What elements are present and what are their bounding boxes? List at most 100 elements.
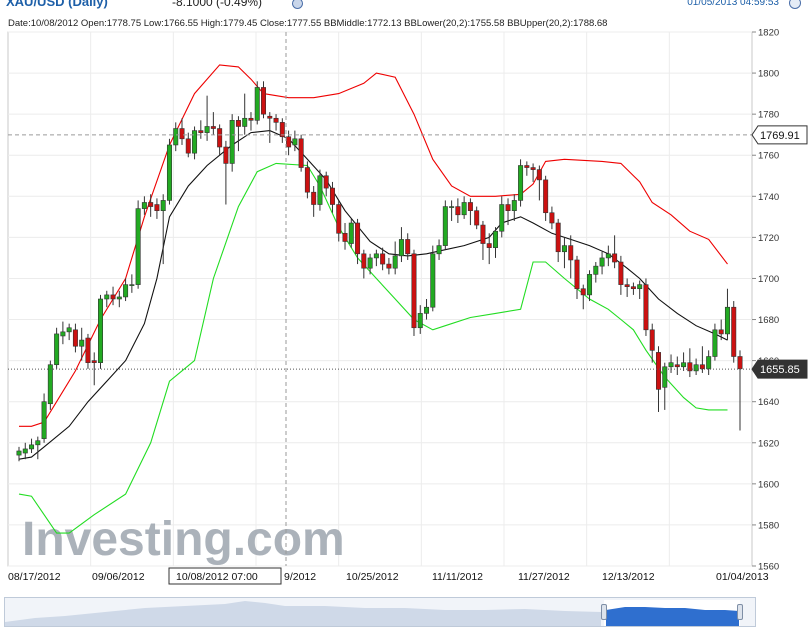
candle-body bbox=[430, 253, 436, 308]
candle-body bbox=[367, 257, 373, 269]
candle-body bbox=[135, 208, 141, 285]
y-tick-label: 1760 bbox=[758, 151, 779, 162]
candle-body bbox=[593, 265, 599, 275]
candle bbox=[731, 301, 737, 363]
candle-body bbox=[348, 222, 354, 244]
candle-body bbox=[455, 206, 461, 216]
navigator-handle-left[interactable] bbox=[601, 604, 607, 620]
navigator-handle-right[interactable] bbox=[737, 604, 743, 620]
candle-body bbox=[129, 284, 135, 286]
candle-body bbox=[681, 362, 687, 368]
candle-body bbox=[724, 306, 730, 335]
candle-body bbox=[173, 128, 179, 146]
candle-body bbox=[273, 117, 279, 123]
candle-body bbox=[229, 120, 235, 164]
candle-body bbox=[242, 117, 248, 127]
candle-body bbox=[662, 366, 668, 388]
candle-body bbox=[731, 306, 737, 357]
x-tick-label: 01/04/2013 bbox=[716, 571, 769, 583]
candle-body bbox=[587, 274, 593, 296]
candle-body bbox=[612, 253, 618, 263]
candle-body bbox=[72, 329, 78, 347]
candle-body bbox=[624, 284, 630, 287]
candle-body bbox=[605, 253, 611, 259]
candle-body bbox=[706, 356, 712, 370]
candle-body bbox=[618, 261, 624, 285]
candle-body bbox=[311, 191, 317, 205]
candle-body bbox=[643, 284, 649, 331]
candle-body bbox=[54, 333, 60, 366]
candle-body bbox=[29, 444, 35, 450]
candle-body bbox=[267, 115, 273, 119]
candle-body bbox=[518, 165, 524, 201]
crosshair-date-tag: 10/08/2012 07:00 bbox=[168, 567, 282, 585]
y-tick-label: 1720 bbox=[758, 233, 779, 244]
candle-body bbox=[210, 126, 216, 129]
navigator-preview bbox=[5, 600, 740, 626]
y-tick-label: 1800 bbox=[758, 69, 779, 80]
crosshair-price-tag: 1769.91 bbox=[751, 125, 808, 145]
x-tick-label: 11/27/2012 bbox=[518, 571, 570, 583]
candle-body bbox=[179, 128, 185, 140]
candle-body bbox=[712, 329, 718, 357]
candle-body bbox=[66, 327, 72, 333]
watermark: Investing.com bbox=[22, 513, 345, 566]
candle-body bbox=[511, 200, 517, 211]
candle-body bbox=[355, 222, 361, 255]
candle-body bbox=[261, 87, 267, 115]
candle-body bbox=[568, 245, 574, 261]
candle-body bbox=[110, 294, 116, 300]
candle-body bbox=[342, 232, 348, 242]
y-tick-label: 1700 bbox=[758, 274, 779, 285]
candle-body bbox=[474, 210, 480, 226]
candle-body bbox=[22, 448, 28, 454]
candle-body bbox=[442, 206, 448, 246]
crosshair-date-text: 10/08/2012 07:00 bbox=[176, 571, 258, 583]
candle-body bbox=[79, 339, 85, 347]
candle-body bbox=[411, 253, 417, 329]
candle-body bbox=[329, 187, 335, 205]
candle bbox=[518, 159, 524, 207]
last-price-tag: 1655.85 bbox=[751, 359, 808, 379]
candle bbox=[430, 245, 436, 312]
y-tick-label: 1600 bbox=[758, 479, 779, 490]
y-tick-label: 1780 bbox=[758, 110, 779, 121]
candle-body bbox=[248, 117, 254, 121]
candle-body bbox=[467, 202, 473, 211]
y-tick-label: 1680 bbox=[758, 315, 779, 326]
candle-body bbox=[336, 204, 342, 234]
x-axis: 08/17/2012 09/06/2012 9/2012 10/25/2012 11/1… bbox=[8, 567, 769, 585]
candle-body bbox=[574, 259, 580, 290]
candle bbox=[229, 114, 235, 172]
candle-body bbox=[304, 167, 310, 193]
candle-body bbox=[436, 245, 442, 255]
candle-body bbox=[599, 257, 605, 267]
candle-body bbox=[98, 298, 103, 363]
candle-body bbox=[192, 130, 198, 154]
candle bbox=[98, 294, 103, 369]
candle-body bbox=[530, 167, 536, 170]
candle-body bbox=[286, 136, 292, 148]
candle-body bbox=[737, 356, 743, 370]
candle-body bbox=[60, 331, 66, 337]
candle-body bbox=[16, 450, 22, 456]
candle-body bbox=[386, 263, 392, 269]
candle-body bbox=[298, 138, 304, 168]
candle-body bbox=[492, 230, 498, 248]
candle-body bbox=[668, 362, 674, 368]
candle-body bbox=[198, 130, 204, 133]
candlestick-chart[interactable]: Investing.com 15601580160016201640166016… bbox=[0, 0, 809, 597]
candle-body bbox=[204, 126, 210, 133]
candle bbox=[411, 249, 417, 336]
candle-body bbox=[693, 364, 699, 372]
candle-body bbox=[687, 362, 693, 372]
x-tick-label: 12/13/2012 bbox=[602, 571, 655, 583]
navigator-scrollbar[interactable] bbox=[4, 597, 756, 627]
candle-body bbox=[398, 239, 404, 257]
candle-body bbox=[85, 337, 91, 363]
candle-body bbox=[185, 138, 191, 154]
candle bbox=[166, 138, 172, 205]
candle-body bbox=[380, 253, 386, 265]
candle-body bbox=[649, 329, 655, 351]
candle-body bbox=[499, 204, 505, 232]
